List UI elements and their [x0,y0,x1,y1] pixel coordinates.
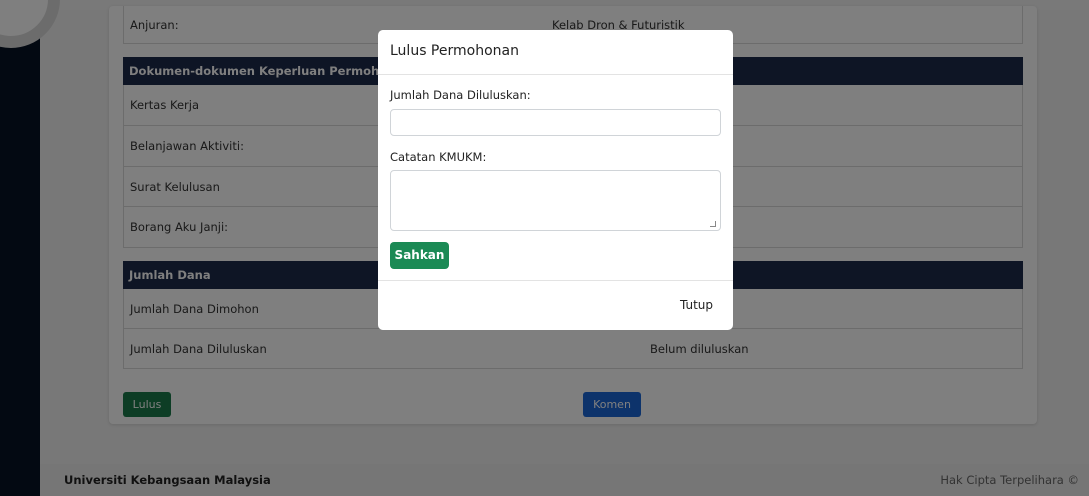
amount-input[interactable] [390,109,721,136]
approve-modal: Lulus Permohonan Jumlah Dana Diluluskan:… [378,30,733,330]
amount-label: Jumlah Dana Diluluskan: [390,88,531,102]
close-button[interactable]: Tutup [680,298,713,312]
note-textarea[interactable] [390,170,721,231]
modal-footer: Tutup [378,280,733,330]
note-label: Catatan KMUKM: [390,150,487,164]
modal-header: Lulus Permohonan [378,30,733,75]
resize-handle-icon[interactable] [710,221,716,227]
modal-title: Lulus Permohonan [390,43,519,59]
confirm-button[interactable]: Sahkan [390,242,449,269]
